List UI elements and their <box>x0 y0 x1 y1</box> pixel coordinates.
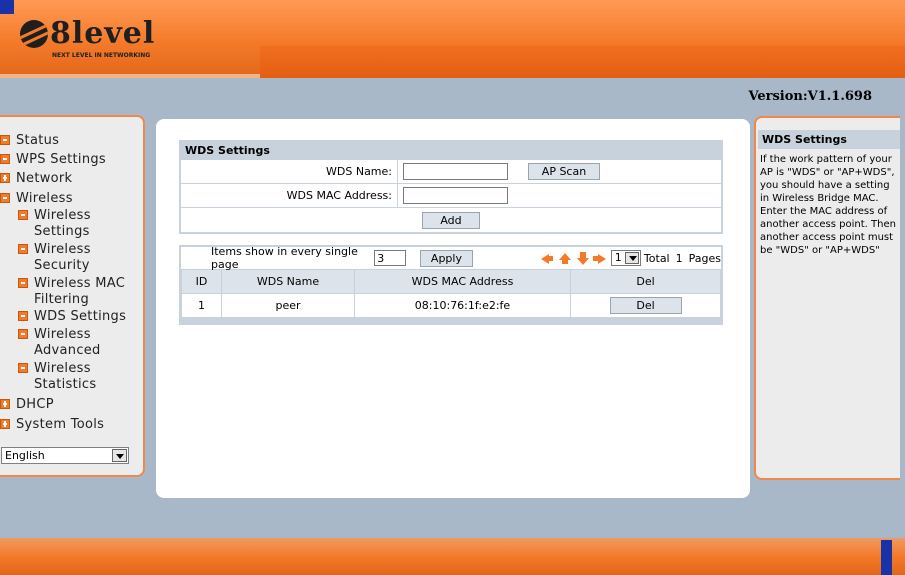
total-label: Total <box>643 251 670 265</box>
wds-list-panel: Items show in every single page 3 Apply … <box>179 245 723 325</box>
help-panel: WDS Settings If the work pattern of your… <box>754 116 900 480</box>
wds-mac-input[interactable] <box>403 187 508 204</box>
add-button[interactable]: Add <box>422 211 480 229</box>
sidebar-item-label: WDS Settings <box>34 309 127 324</box>
sidebar-item-label: Wireless Settings <box>34 208 91 239</box>
square-icon <box>18 329 28 339</box>
main-content: WDS Settings WDS Name: AP Scan WDS MAC A… <box>156 119 750 498</box>
language-select[interactable]: English <box>1 447 129 464</box>
sidebar-nav: Status WPS Settings Network Wireless Wir… <box>0 115 145 477</box>
corner-accent-top <box>0 0 14 14</box>
page-select[interactable]: 1 <box>610 250 641 266</box>
square-icon <box>18 363 28 373</box>
help-text: If the work pattern of your AP is "WDS" … <box>760 154 896 256</box>
pager-arrows <box>539 251 607 265</box>
sidebar-item-wireless-advanced[interactable]: Wireless Advanced <box>18 327 134 359</box>
total-pages-value: 1 <box>675 251 683 265</box>
ap-scan-button[interactable]: AP Scan <box>528 163 600 180</box>
wds-mac-row: WDS MAC Address: <box>181 183 721 207</box>
items-per-page-label: Items show in every single page <box>211 245 358 271</box>
chevron-down-icon[interactable] <box>112 449 127 462</box>
table-footer-bar <box>181 318 721 323</box>
col-header-id: ID <box>181 269 222 294</box>
collapse-minus-icon <box>0 193 10 203</box>
wds-mac-label: WDS MAC Address: <box>181 184 398 207</box>
items-per-page-input[interactable]: 3 <box>374 250 407 266</box>
sidebar-item-wireless-settings[interactable]: Wireless Settings <box>18 208 134 240</box>
table-header-row: ID WDS Name WDS MAC Address Del <box>181 269 721 294</box>
logo-tagline: NEXT LEVEL IN NETWORKING <box>52 52 151 59</box>
brand-logo: 8level <box>20 16 156 51</box>
form-title: WDS Settings <box>181 142 721 159</box>
sidebar-item-label: Wireless Statistics <box>34 361 97 392</box>
sidebar-item-label: Network <box>16 171 73 186</box>
pager-row: Items show in every single page 3 Apply … <box>181 245 721 271</box>
wds-table: ID WDS Name WDS MAC Address Del 1 peer 0… <box>181 269 721 318</box>
sidebar-item-wds-settings[interactable]: WDS Settings <box>18 309 134 325</box>
col-header-wds-mac: WDS MAC Address <box>354 269 571 294</box>
sidebar-item-dhcp[interactable]: DHCP <box>0 397 54 413</box>
footer-bar <box>0 538 905 575</box>
sidebar-item-network[interactable]: Network <box>0 171 72 187</box>
next-page-icon[interactable] <box>575 251 589 265</box>
cell-wds-mac: 08:10:76:1f:e2:fe <box>354 293 571 318</box>
first-page-icon[interactable] <box>539 251 553 265</box>
page-select-value: 1 <box>614 251 622 264</box>
sidebar-item-wireless-security[interactable]: Wireless Security <box>18 242 134 274</box>
square-icon <box>0 154 10 164</box>
cell-wds-name: peer <box>221 293 355 318</box>
arrow-right-icon <box>18 311 28 321</box>
square-icon <box>0 135 10 145</box>
square-icon <box>18 278 28 288</box>
sidebar-item-label: Wireless MAC Filtering <box>34 276 126 307</box>
wds-name-row: WDS Name: AP Scan <box>181 159 721 183</box>
delete-row-button[interactable]: Del <box>609 297 682 314</box>
add-row: Add <box>181 207 721 232</box>
square-icon <box>18 210 28 220</box>
language-value: English <box>5 449 45 462</box>
col-header-del: Del <box>570 269 721 294</box>
cell-id: 1 <box>181 293 222 318</box>
header-band <box>0 74 260 78</box>
logo-text: 8level <box>50 16 156 51</box>
last-page-icon[interactable] <box>592 251 607 265</box>
sidebar-item-label: Wireless <box>16 191 73 206</box>
sidebar-item-system-tools[interactable]: System Tools <box>0 417 104 433</box>
expand-plus-icon <box>0 173 10 183</box>
square-icon <box>18 244 28 254</box>
cell-del: Del <box>570 293 721 318</box>
expand-plus-icon <box>0 399 10 409</box>
sidebar-item-wireless-mac-filtering[interactable]: Wireless MAC Filtering <box>18 276 134 308</box>
chevron-down-icon[interactable] <box>624 252 639 264</box>
sidebar-item-label: Wireless Security <box>34 242 91 273</box>
wds-name-label: WDS Name: <box>181 160 398 183</box>
previous-page-icon[interactable] <box>557 251 571 265</box>
sidebar-item-wireless[interactable]: Wireless <box>0 191 73 207</box>
header-wave <box>260 46 905 78</box>
sidebar-item-label: DHCP <box>16 397 54 412</box>
wds-settings-form: WDS Settings WDS Name: AP Scan WDS MAC A… <box>179 140 723 234</box>
sidebar-item-label: Status <box>16 133 60 148</box>
pages-label: Pages <box>688 251 721 265</box>
firmware-version: Version:V1.1.698 <box>748 89 872 104</box>
wds-name-input[interactable] <box>403 163 508 180</box>
globe-logo-icon <box>20 20 48 48</box>
table-row: 1 peer 08:10:76:1f:e2:fe Del <box>181 293 721 318</box>
col-header-wds-name: WDS Name <box>221 269 355 294</box>
sidebar-item-wps-settings[interactable]: WPS Settings <box>0 152 106 168</box>
corner-accent-bottom <box>881 540 892 575</box>
sidebar-item-label: System Tools <box>16 417 105 432</box>
sidebar-item-label: Wireless Advanced <box>34 327 101 358</box>
help-title: WDS Settings <box>758 130 900 149</box>
sidebar-item-status[interactable]: Status <box>0 133 59 149</box>
sidebar-item-label: WPS Settings <box>16 152 106 167</box>
sidebar-item-wireless-statistics[interactable]: Wireless Statistics <box>18 361 134 393</box>
expand-plus-icon <box>0 419 10 429</box>
apply-button[interactable]: Apply <box>420 249 473 267</box>
